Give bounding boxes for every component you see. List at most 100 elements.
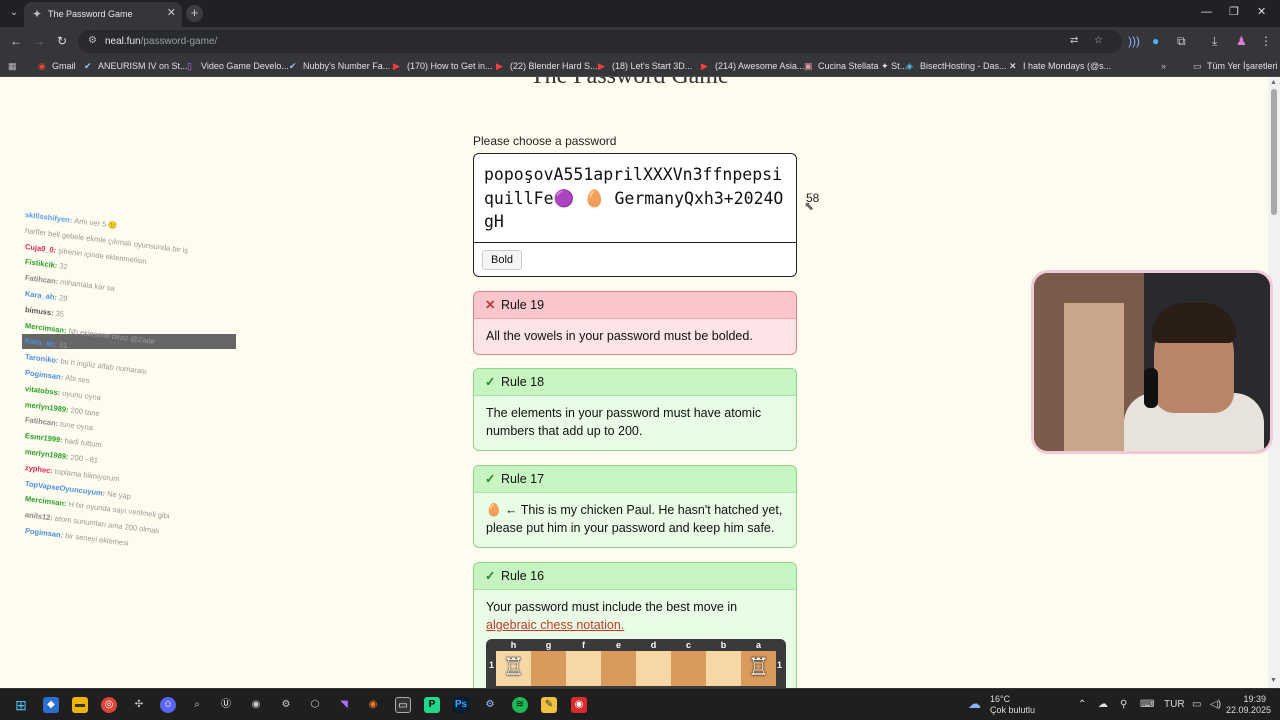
bookmark-video-game[interactable]: ▯ Video Game Develo... bbox=[187, 60, 289, 73]
bookmark-170[interactable]: ▶ (170) How to Get in... bbox=[393, 60, 493, 73]
minimize-icon[interactable]: — bbox=[1201, 6, 1212, 18]
weather-cloud-icon[interactable]: ☁ bbox=[968, 696, 981, 712]
menu-kebab-icon[interactable]: ⋮ bbox=[1260, 34, 1272, 48]
bookmark-star-icon[interactable]: ☆ bbox=[1094, 35, 1103, 47]
tab-close-icon[interactable]: ✕ bbox=[167, 7, 176, 19]
browser-tab-bar: ⌄ ✦ The Password Game ✕ + — ❐ ✕ bbox=[0, 0, 1280, 27]
chat-text: Abi ses bbox=[64, 372, 91, 385]
bookmark-214[interactable]: ▶ (214) Awesome Asia... bbox=[701, 60, 804, 73]
app-icon[interactable]: ✣ bbox=[131, 697, 147, 713]
fail-x-icon: ✕ bbox=[485, 298, 496, 312]
bookmark-nubby[interactable]: ✔ Nubby's Number Fa... bbox=[289, 60, 390, 73]
pass-check-icon: ✓ bbox=[485, 569, 496, 583]
unity-icon[interactable]: ⬡ bbox=[307, 697, 323, 713]
steam-icon: ✔ bbox=[84, 61, 92, 71]
copilot-icon[interactable]: ◆ bbox=[43, 697, 59, 713]
forward-icon[interactable]: → bbox=[33, 35, 45, 47]
bookmark-gmail[interactable]: ◉ Gmail bbox=[38, 60, 76, 73]
volume-icon[interactable]: ◁) bbox=[1210, 699, 1221, 711]
site-info-icon[interactable]: ⚙ bbox=[88, 35, 97, 47]
recorder-icon[interactable]: ◉ bbox=[571, 697, 587, 713]
settings-gear-icon[interactable]: ⚙ bbox=[278, 697, 294, 713]
file-explorer-icon[interactable]: ▬ bbox=[72, 697, 88, 713]
discord-icon[interactable]: ☺ bbox=[160, 697, 176, 713]
spotify-icon[interactable]: ≋ bbox=[512, 697, 528, 713]
back-icon[interactable]: ← bbox=[10, 35, 22, 47]
translate-icon[interactable]: ⇄ bbox=[1070, 35, 1078, 47]
bold-button[interactable]: Bold bbox=[482, 250, 523, 270]
windows-start-icon[interactable]: ⊞ bbox=[13, 697, 29, 713]
notes-icon[interactable]: ✎ bbox=[541, 697, 557, 713]
chat-text: 32 bbox=[58, 261, 69, 272]
file-label: b bbox=[720, 640, 727, 650]
github-icon[interactable]: ◉ bbox=[248, 697, 264, 713]
rule-19-header: ✕ Rule 19 bbox=[474, 292, 796, 319]
terminal-icon[interactable]: ▭ bbox=[395, 697, 411, 713]
bookmarks-overflow-icon[interactable]: » bbox=[1161, 60, 1166, 73]
rule-16-title: Rule 16 bbox=[501, 569, 545, 583]
restore-icon[interactable]: ❐ bbox=[1229, 6, 1239, 18]
close-window-icon[interactable]: ✕ bbox=[1257, 6, 1266, 18]
visual-studio-icon[interactable]: ◥ bbox=[336, 697, 352, 713]
chat-text: 35 bbox=[55, 308, 65, 319]
star-icon: ✦ bbox=[32, 7, 43, 21]
chess-square bbox=[706, 651, 741, 686]
blender-icon[interactable]: ◉ bbox=[365, 697, 381, 713]
youtube-icon: ▶ bbox=[393, 61, 400, 71]
cam-microphone bbox=[1144, 368, 1158, 408]
bookmark-18[interactable]: ▶ (18) Let's Start 3D... bbox=[598, 60, 692, 73]
steam-taskbar-icon[interactable]: ⚙ bbox=[482, 697, 498, 713]
search-icon[interactable]: ⌕ bbox=[189, 697, 205, 713]
weather-info[interactable]: 16°C Çok bulutlu bbox=[990, 694, 1035, 716]
pass-check-icon: ✓ bbox=[485, 472, 496, 486]
extension-audio-icon[interactable]: ))) bbox=[1128, 34, 1140, 48]
browser-toolbar: ← → ↻ ⚙ neal.fun/password-game/ ⇄ ☆ ))) … bbox=[0, 27, 1280, 56]
extension-s-icon[interactable]: ● bbox=[1152, 34, 1159, 48]
rule-19-text: All the vowels in your password must be … bbox=[486, 329, 753, 343]
algebraic-notation-link[interactable]: algebraic chess notation. bbox=[486, 618, 624, 632]
rule-16-card: ✓ Rule 16 Your password must include the … bbox=[473, 562, 797, 688]
chat-text: 200 - 81 bbox=[70, 452, 99, 465]
mic-icon[interactable]: ⚲ bbox=[1120, 699, 1127, 711]
scroll-down-icon[interactable]: ▼ bbox=[1270, 677, 1277, 684]
photoshop-icon[interactable]: Ps bbox=[453, 697, 469, 713]
browser-tab[interactable]: ✦ The Password Game ✕ bbox=[24, 2, 182, 27]
taskbar-clock[interactable]: 19:39 22.09.2025 bbox=[1226, 694, 1271, 716]
bookmark-i-hate-mondays[interactable]: ✕ I hate Mondays (@s... bbox=[1009, 60, 1111, 73]
chrome-icon[interactable]: ◎ bbox=[101, 697, 117, 713]
chess-board[interactable]: h g f e d c b a 1 1 ♖ ♖ bbox=[486, 639, 786, 688]
x-icon: ✕ bbox=[1009, 61, 1017, 71]
rule-17-card: ✓ Rule 17 🥚 ← This is my chicken Paul. He… bbox=[473, 465, 797, 548]
extensions-puzzle-icon[interactable]: ⧉ bbox=[1177, 34, 1186, 48]
tab-search-menu-icon[interactable]: ⌄ bbox=[6, 5, 22, 21]
password-box: popoşovA551aprilXXXVn3ffnpepsiquillFe🟣 🥚… bbox=[473, 153, 797, 277]
onedrive-icon[interactable]: ☁ bbox=[1098, 699, 1108, 711]
unreal-icon[interactable]: Ⓤ bbox=[218, 697, 234, 713]
download-icon[interactable]: ⤓ bbox=[1212, 34, 1217, 48]
network-icon[interactable]: ▭ bbox=[1192, 699, 1201, 711]
bookmark-22[interactable]: ▶ (22) Blender Hard S... bbox=[496, 60, 598, 73]
tray-overflow-icon[interactable]: ⌃ bbox=[1078, 699, 1086, 711]
password-input[interactable]: popoşovA551aprilXXXVn3ffnpepsiquillFe🟣 🥚… bbox=[484, 163, 788, 234]
pycharm-icon[interactable]: P bbox=[424, 697, 440, 713]
bookmark-bisect[interactable]: ◈ BisectHosting - Das... bbox=[906, 60, 1007, 73]
all-bookmarks[interactable]: ▭ Tüm Yer İşaretleri bbox=[1193, 60, 1278, 73]
keyboard-icon[interactable]: ⌨ bbox=[1140, 699, 1154, 711]
address-bar[interactable]: ⚙ neal.fun/password-game/ ⇄ ☆ bbox=[78, 30, 1122, 53]
scroll-thumb[interactable] bbox=[1271, 89, 1277, 215]
profile-icon[interactable]: ♟ bbox=[1236, 34, 1247, 48]
rule-17-text: 🥚 ← This is my chicken Paul. He hasn't h… bbox=[486, 503, 783, 535]
youtube-icon: ▶ bbox=[598, 61, 605, 71]
new-tab-button[interactable]: + bbox=[186, 5, 203, 22]
windows-taskbar: ⊞ ◆ ▬ ◎ ✣ ☺ ⌕ Ⓤ ◉ ⚙ ⬡ ◥ ◉ ▭ P Ps ⚙ ≋ ✎ ◉… bbox=[0, 688, 1280, 720]
language-indicator[interactable]: TUR bbox=[1164, 699, 1185, 711]
scroll-up-icon[interactable]: ▲ bbox=[1270, 79, 1277, 86]
rule-18-title: Rule 18 bbox=[501, 375, 545, 389]
bookmark-cucina[interactable]: ▣ Cucina Stellata ✦ St... bbox=[804, 60, 907, 73]
reload-icon[interactable]: ↻ bbox=[57, 35, 67, 47]
chess-square bbox=[601, 651, 636, 686]
url-text: neal.fun/password-game/ bbox=[105, 36, 218, 47]
apps-grid-icon[interactable]: ▦ bbox=[8, 60, 17, 73]
file-label: h bbox=[510, 640, 517, 650]
bookmark-aneurism[interactable]: ✔ ANEURISM IV on St... bbox=[84, 60, 188, 73]
